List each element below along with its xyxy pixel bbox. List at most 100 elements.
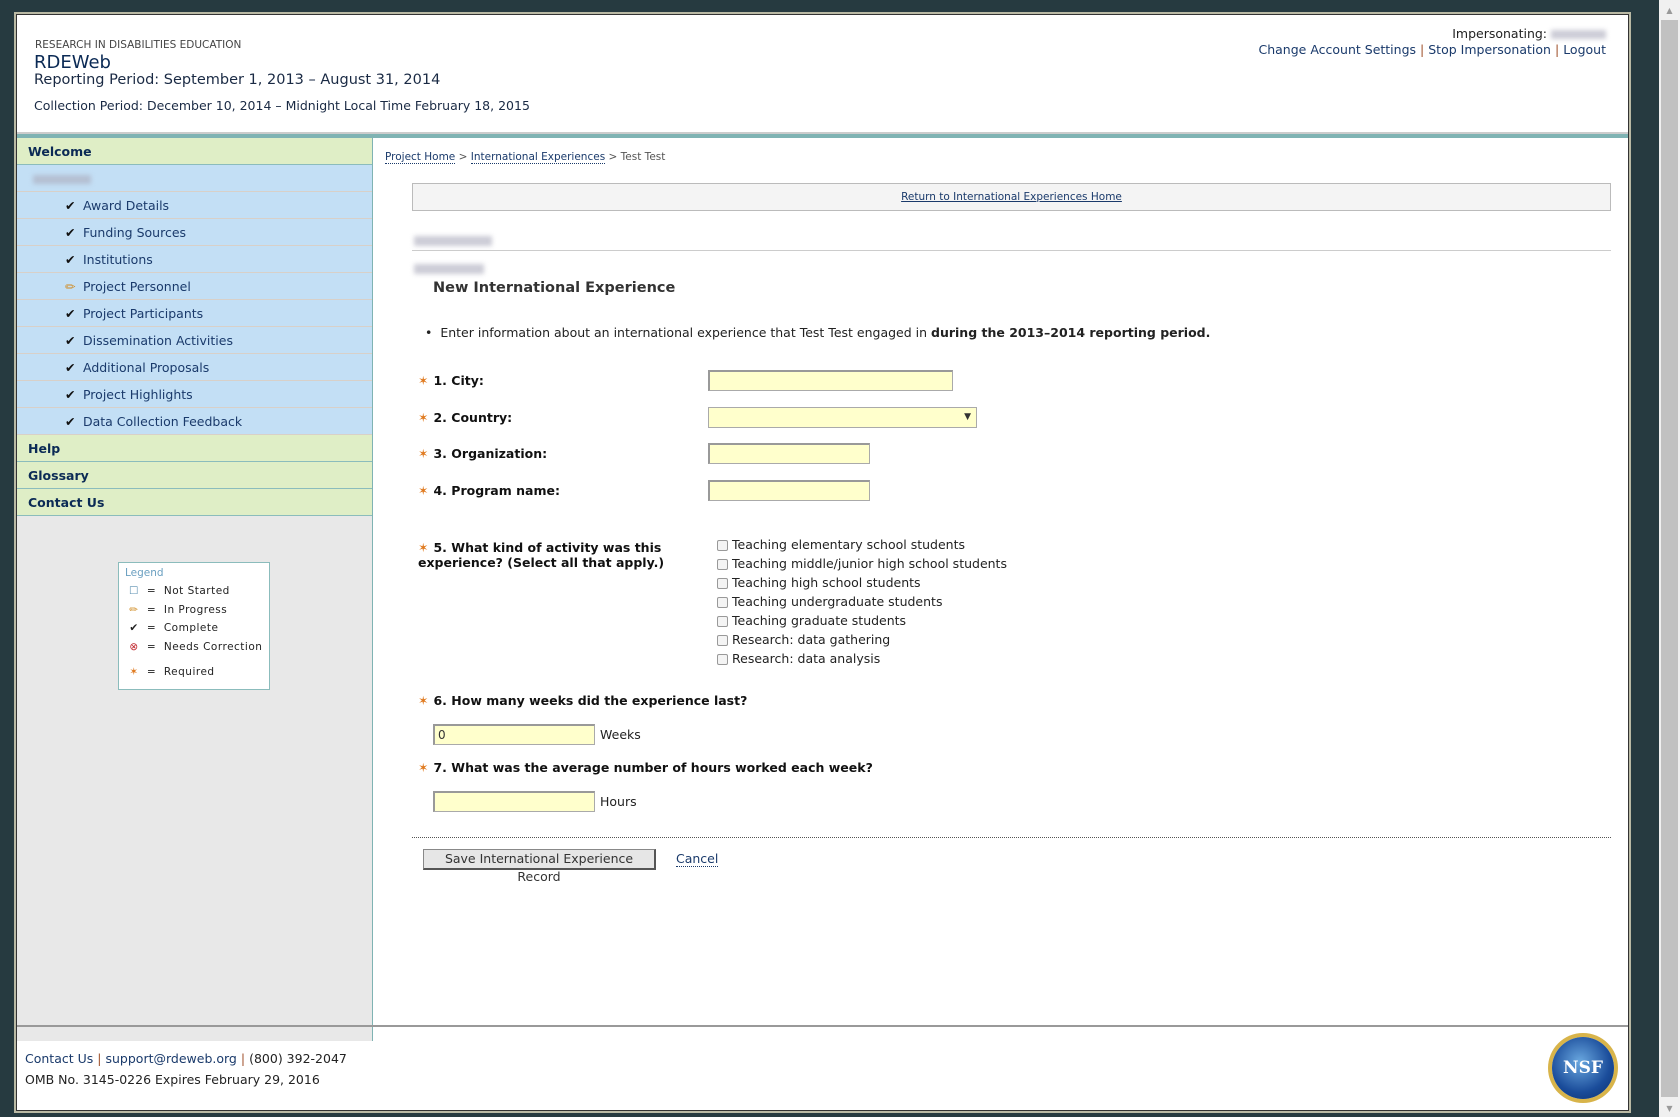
activity-option-label[interactable]: Teaching elementary school students bbox=[732, 537, 965, 552]
legend-title: Legend bbox=[125, 567, 164, 579]
activity-checkbox[interactable] bbox=[717, 540, 728, 551]
scroll-down-icon: ▼ bbox=[1666, 1104, 1673, 1113]
nav-award-number-redacted[interactable] bbox=[17, 165, 372, 192]
impersonating-label: Impersonating: bbox=[1452, 26, 1548, 41]
legend-in-progress: ✏ = In Progress bbox=[125, 601, 263, 620]
award-number-redacted bbox=[414, 232, 492, 247]
activity-checkbox[interactable] bbox=[717, 578, 728, 589]
activity-checkbox[interactable] bbox=[717, 616, 728, 627]
nav-welcome[interactable]: Welcome bbox=[17, 138, 372, 165]
checkmark-icon: ✔ bbox=[65, 387, 76, 402]
collection-period: Collection Period: December 10, 2014 – M… bbox=[34, 98, 530, 113]
nav-item-funding-sources[interactable]: ✔ Funding Sources bbox=[17, 219, 372, 246]
nsf-logo: NSF bbox=[1552, 1037, 1614, 1099]
weeks-unit: Weeks bbox=[600, 727, 641, 742]
nav-glossary[interactable]: Glossary bbox=[17, 462, 372, 489]
form-heading: New International Experience bbox=[433, 280, 676, 296]
chevron-down-icon: ▼ bbox=[964, 412, 971, 422]
activity-option-label[interactable]: Teaching high school students bbox=[732, 575, 921, 590]
activity-checkbox[interactable] bbox=[717, 597, 728, 608]
legend-needs-correction: ⊗ = Needs Correction bbox=[125, 638, 263, 657]
checkmark-icon: ✔ bbox=[65, 360, 76, 375]
scrollbar[interactable]: ▲ ▼ bbox=[1659, 0, 1680, 1117]
footer-email-link[interactable]: support@rdeweb.org bbox=[106, 1051, 237, 1066]
activity-option-label[interactable]: Teaching graduate students bbox=[732, 613, 906, 628]
country-label: ✶ 2. Country: bbox=[418, 410, 513, 425]
separator: | bbox=[1420, 42, 1425, 57]
activity-checkbox[interactable] bbox=[717, 559, 728, 570]
nav-item-label: Project Participants bbox=[82, 306, 204, 321]
breadcrumb: Project Home > International Experiences… bbox=[385, 151, 666, 164]
asterisk-icon: ✶ bbox=[129, 666, 139, 678]
footer-divider bbox=[17, 1025, 1628, 1027]
return-link[interactable]: Return to International Experiences Home bbox=[901, 191, 1122, 203]
checkmark-icon: ✔ bbox=[65, 306, 76, 321]
person-name-redacted bbox=[414, 260, 484, 275]
nav-item-data-collection-feedback[interactable]: ✔ Data Collection Feedback bbox=[17, 408, 372, 435]
nav-contact-us[interactable]: Contact Us bbox=[17, 489, 372, 516]
page: RESEARCH IN DISABILITIES EDUCATION RDEWe… bbox=[16, 14, 1629, 1111]
hours-unit: Hours bbox=[600, 794, 637, 809]
required-icon: ✶ bbox=[418, 483, 429, 498]
organization-input[interactable] bbox=[708, 443, 870, 464]
return-bar: Return to International Experiences Home bbox=[412, 183, 1611, 211]
activity-checkbox[interactable] bbox=[717, 635, 728, 646]
required-icon: ✶ bbox=[418, 373, 429, 388]
activity-option-label[interactable]: Research: data analysis bbox=[732, 651, 880, 666]
required-icon: ✶ bbox=[418, 760, 429, 775]
organization-label: ✶ 3. Organization: bbox=[418, 446, 548, 461]
program-name-label: ✶ 4. Program name: bbox=[418, 483, 560, 498]
nav-item-dissemination-activities[interactable]: ✔ Dissemination Activities bbox=[17, 327, 372, 354]
error-x-icon: ⊗ bbox=[129, 640, 139, 653]
title-divider bbox=[412, 250, 1611, 251]
required-icon: ✶ bbox=[418, 540, 429, 555]
nav-item-additional-proposals[interactable]: ✔ Additional Proposals bbox=[17, 354, 372, 381]
nav-help[interactable]: Help bbox=[17, 435, 372, 462]
footer-phone: (800) 392-2047 bbox=[249, 1051, 347, 1066]
country-select[interactable]: ▼ bbox=[708, 407, 977, 428]
nav-item-label: Funding Sources bbox=[82, 225, 187, 240]
nav-item-label: Project Personnel bbox=[82, 279, 191, 294]
breadcrumb-international-experiences[interactable]: International Experiences bbox=[470, 151, 606, 164]
footer-contact-link[interactable]: Contact Us bbox=[25, 1051, 93, 1066]
required-icon: ✶ bbox=[418, 446, 429, 461]
city-input[interactable] bbox=[708, 370, 953, 391]
program-name-input[interactable] bbox=[708, 480, 870, 501]
required-icon: ✶ bbox=[418, 410, 429, 425]
activity-option-label[interactable]: Teaching undergraduate students bbox=[732, 594, 942, 609]
cancel-link[interactable]: Cancel bbox=[676, 851, 719, 867]
legend-not-started: ☐ = Not Started bbox=[125, 582, 263, 601]
account-links: Impersonating: Change Account Settings | S… bbox=[1258, 26, 1606, 58]
activity-option-label[interactable]: Research: data gathering bbox=[732, 632, 890, 647]
scrollbar-thumb[interactable] bbox=[1661, 20, 1678, 1097]
save-button[interactable]: Save International Experience Record bbox=[423, 849, 656, 884]
form-intro: • Enter information about an internation… bbox=[425, 325, 1211, 340]
checkmark-icon: ✔ bbox=[65, 198, 76, 213]
activity-checkbox[interactable] bbox=[717, 654, 728, 665]
nav-item-label: Additional Proposals bbox=[82, 360, 210, 375]
nav-item-project-personnel[interactable]: ✏ Project Personnel bbox=[17, 273, 372, 300]
pencil-icon: ✏ bbox=[65, 279, 76, 294]
checkmark-icon: ✔ bbox=[65, 252, 76, 267]
city-label: ✶ 1. City: bbox=[418, 373, 484, 388]
reporting-period: Reporting Period: September 1, 2013 – Au… bbox=[34, 72, 441, 88]
nav-item-award-details[interactable]: ✔ Award Details bbox=[17, 192, 372, 219]
nav-item-project-highlights[interactable]: ✔ Project Highlights bbox=[17, 381, 372, 408]
hours-label: ✶ 7. What was the average number of hours… bbox=[418, 760, 873, 775]
stop-impersonation-link[interactable]: Stop Impersonation bbox=[1428, 42, 1551, 57]
checkmark-icon: ✔ bbox=[65, 225, 76, 240]
change-account-settings-link[interactable]: Change Account Settings bbox=[1258, 42, 1416, 57]
checkmark-icon: ✔ bbox=[129, 622, 139, 634]
legend: Legend ☐ = Not Started ✏ = In Progress ✔… bbox=[118, 562, 270, 690]
breadcrumb-project-home[interactable]: Project Home bbox=[385, 151, 456, 164]
logout-link[interactable]: Logout bbox=[1563, 42, 1606, 57]
weeks-input[interactable]: 0 bbox=[433, 724, 595, 745]
activity-option-label[interactable]: Teaching middle/junior high school stude… bbox=[732, 556, 1007, 571]
hours-input[interactable] bbox=[433, 791, 595, 812]
nav-item-label: Data Collection Feedback bbox=[82, 414, 243, 429]
checkmark-icon: ✔ bbox=[65, 333, 76, 348]
nav-item-project-participants[interactable]: ✔ Project Participants bbox=[17, 300, 372, 327]
nav-item-label: Award Details bbox=[82, 198, 170, 213]
required-icon: ✶ bbox=[418, 693, 429, 708]
nav-item-institutions[interactable]: ✔ Institutions bbox=[17, 246, 372, 273]
